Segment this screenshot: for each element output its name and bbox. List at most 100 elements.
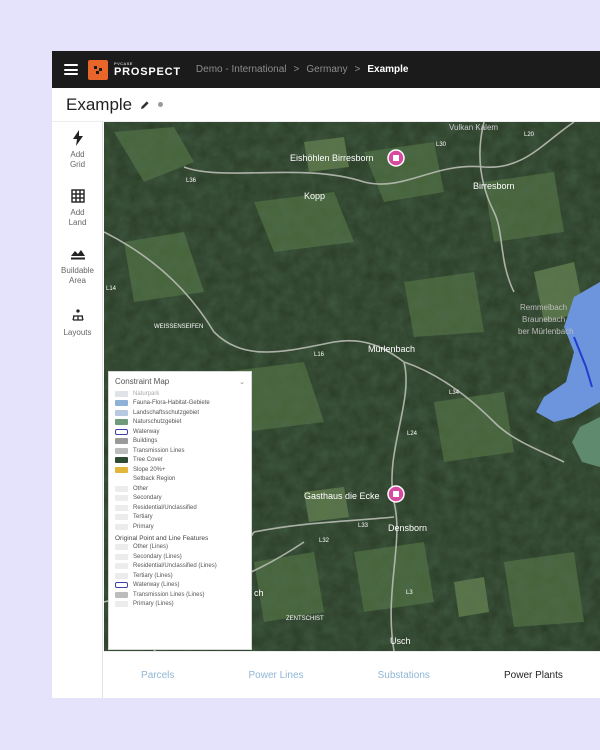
legend-label: Primary (Lines)	[133, 601, 174, 608]
place-label: Vulkan Kalem	[449, 123, 498, 132]
bottom-tab-bar: Parcels Power Lines Substations Power Pl…	[104, 651, 600, 698]
legend-item[interactable]: Tree Cover	[115, 456, 245, 466]
legend-swatch	[115, 457, 128, 464]
legend-swatch	[115, 601, 128, 608]
legend-item[interactable]: Residential/Unclassified (Lines)	[115, 562, 245, 572]
breadcrumb-project: Example	[367, 64, 409, 75]
legend-swatch	[115, 409, 128, 416]
legend-label: Transmission Lines (Lines)	[133, 591, 205, 598]
breadcrumb-portfolio[interactable]: Demo - International	[196, 64, 287, 75]
place-label: Kopp	[304, 191, 325, 201]
legend-item[interactable]: Secondary	[115, 494, 245, 504]
legend-swatch	[115, 514, 128, 521]
legend-item[interactable]: Naturpark	[115, 389, 245, 399]
place-label: ch	[254, 588, 264, 598]
poi-marker-eisholen[interactable]	[387, 149, 405, 167]
legend-label: Secondary (Lines)	[133, 553, 182, 560]
setback-title-row: Setback Region	[115, 475, 245, 485]
legend-item[interactable]: Transmission Lines	[115, 446, 245, 456]
tool-label: Add Grid	[69, 150, 86, 169]
legend-label: Fauna-Flora-Habitat-Gebiete	[133, 400, 210, 407]
chevron-down-icon[interactable]: ⌄	[239, 378, 245, 386]
legend-label: Naturpark	[133, 390, 160, 397]
add-land-button[interactable]: Add Land	[52, 188, 103, 228]
legend-label: Buildings	[133, 438, 158, 445]
legend-label: Waterway (Lines)	[133, 582, 180, 589]
legend-item[interactable]: Primary	[115, 522, 245, 532]
legend-swatch	[115, 544, 128, 551]
legend-spacer	[115, 476, 128, 482]
add-grid-button[interactable]: Add Grid	[52, 130, 103, 170]
legend-item[interactable]: Secondary (Lines)	[115, 552, 245, 562]
legend-swatch	[115, 582, 128, 589]
legend-label: Residential/Unclassified (Lines)	[133, 563, 217, 570]
legend-swatch	[115, 572, 128, 579]
legend-swatch	[115, 400, 128, 407]
legend-item[interactable]: Landschaftsschutzgebiet	[115, 408, 245, 418]
place-label: Remmelbach	[520, 303, 567, 312]
tab-substations[interactable]: Substations	[378, 670, 430, 681]
brand-logo[interactable]: PVCASE PROSPECT	[114, 61, 181, 78]
constraint-map-header[interactable]: Constraint Map ⌄	[115, 377, 245, 386]
road-label: L34	[449, 390, 460, 396]
legend-item[interactable]: Other (Lines)	[115, 543, 245, 553]
status-dot-icon	[158, 102, 164, 107]
edit-pencil-icon[interactable]	[140, 100, 150, 110]
legend-swatch	[115, 485, 128, 492]
page-title: Example	[66, 94, 133, 114]
tab-parcels[interactable]: Parcels	[141, 670, 174, 681]
legend-label: Slope 20%+	[133, 466, 166, 473]
legend-item[interactable]: Fauna-Flora-Habitat-Gebiete	[115, 399, 245, 409]
legend-item[interactable]: Buildings	[115, 437, 245, 447]
brand-name: PROSPECT	[114, 65, 181, 78]
legend-label: Residential/Unclassified	[133, 504, 197, 511]
legend-label: Tertiary (Lines)	[133, 572, 173, 579]
layer-list: Naturpark Fauna-Flora-Habitat-Gebiete Land…	[115, 389, 245, 475]
legend-item[interactable]: Waterway	[115, 427, 245, 437]
solar-rows-icon	[71, 308, 85, 324]
place-label: Braunebach	[522, 315, 565, 324]
road-label: L30	[436, 142, 447, 148]
place-label: Eishöhlen Birresborn	[290, 153, 374, 163]
legend-swatch	[115, 523, 128, 530]
legend-item[interactable]: Slope 20%+	[115, 465, 245, 475]
legend-item[interactable]: Residential/Unclassified	[115, 503, 245, 513]
tab-power-lines[interactable]: Power Lines	[249, 670, 304, 681]
legend-label: Other (Lines)	[133, 544, 169, 551]
road-label: L16	[314, 352, 325, 358]
terrain-icon	[70, 246, 85, 262]
setback-title: Setback Region	[133, 476, 176, 483]
legend-item[interactable]: Tertiary	[115, 513, 245, 523]
place-label: Usch	[390, 636, 411, 646]
legend-item[interactable]: Transmission Lines (Lines)	[115, 590, 245, 600]
place-label: Gasthaus die Ecke	[304, 491, 380, 501]
layouts-button[interactable]: Layouts	[52, 308, 103, 338]
legend-item[interactable]: Primary (Lines)	[115, 600, 245, 610]
place-label: ber Mürlenbach	[518, 327, 574, 336]
road-label: L20	[524, 132, 535, 138]
legend-swatch	[115, 553, 128, 560]
top-navigation-bar: PVCASE PROSPECT Demo - International > G…	[52, 51, 600, 88]
place-label: Birresborn	[473, 181, 515, 191]
breadcrumb-separator: >	[354, 64, 361, 75]
tool-label: Layouts	[63, 328, 92, 337]
menu-icon[interactable]	[64, 64, 78, 75]
feature-list: Other (Lines) Secondary (Lines) Residentia…	[115, 543, 245, 610]
legend-swatch	[115, 495, 128, 502]
legend-item[interactable]: Waterway (Lines)	[115, 581, 245, 591]
tab-power-plants[interactable]: Power Plants	[504, 670, 563, 681]
legend-item[interactable]: Tertiary (Lines)	[115, 571, 245, 581]
road-label: L33	[358, 523, 369, 529]
breadcrumb-country[interactable]: Germany	[306, 64, 347, 75]
legend-swatch	[115, 447, 128, 454]
poi-marker-gasthaus[interactable]	[387, 485, 405, 503]
legend-label: Tertiary	[133, 514, 153, 521]
road-label: L32	[319, 538, 330, 544]
project-title-bar: Example	[52, 88, 600, 122]
legend-label: Tree Cover	[133, 457, 163, 464]
road-label: L36	[186, 178, 197, 184]
legend-item[interactable]: Naturschutzgebiet	[115, 418, 245, 428]
legend-item[interactable]: Other	[115, 484, 245, 494]
buildable-area-button[interactable]: Buildable Area	[52, 246, 103, 286]
breadcrumb-separator: >	[293, 64, 300, 75]
